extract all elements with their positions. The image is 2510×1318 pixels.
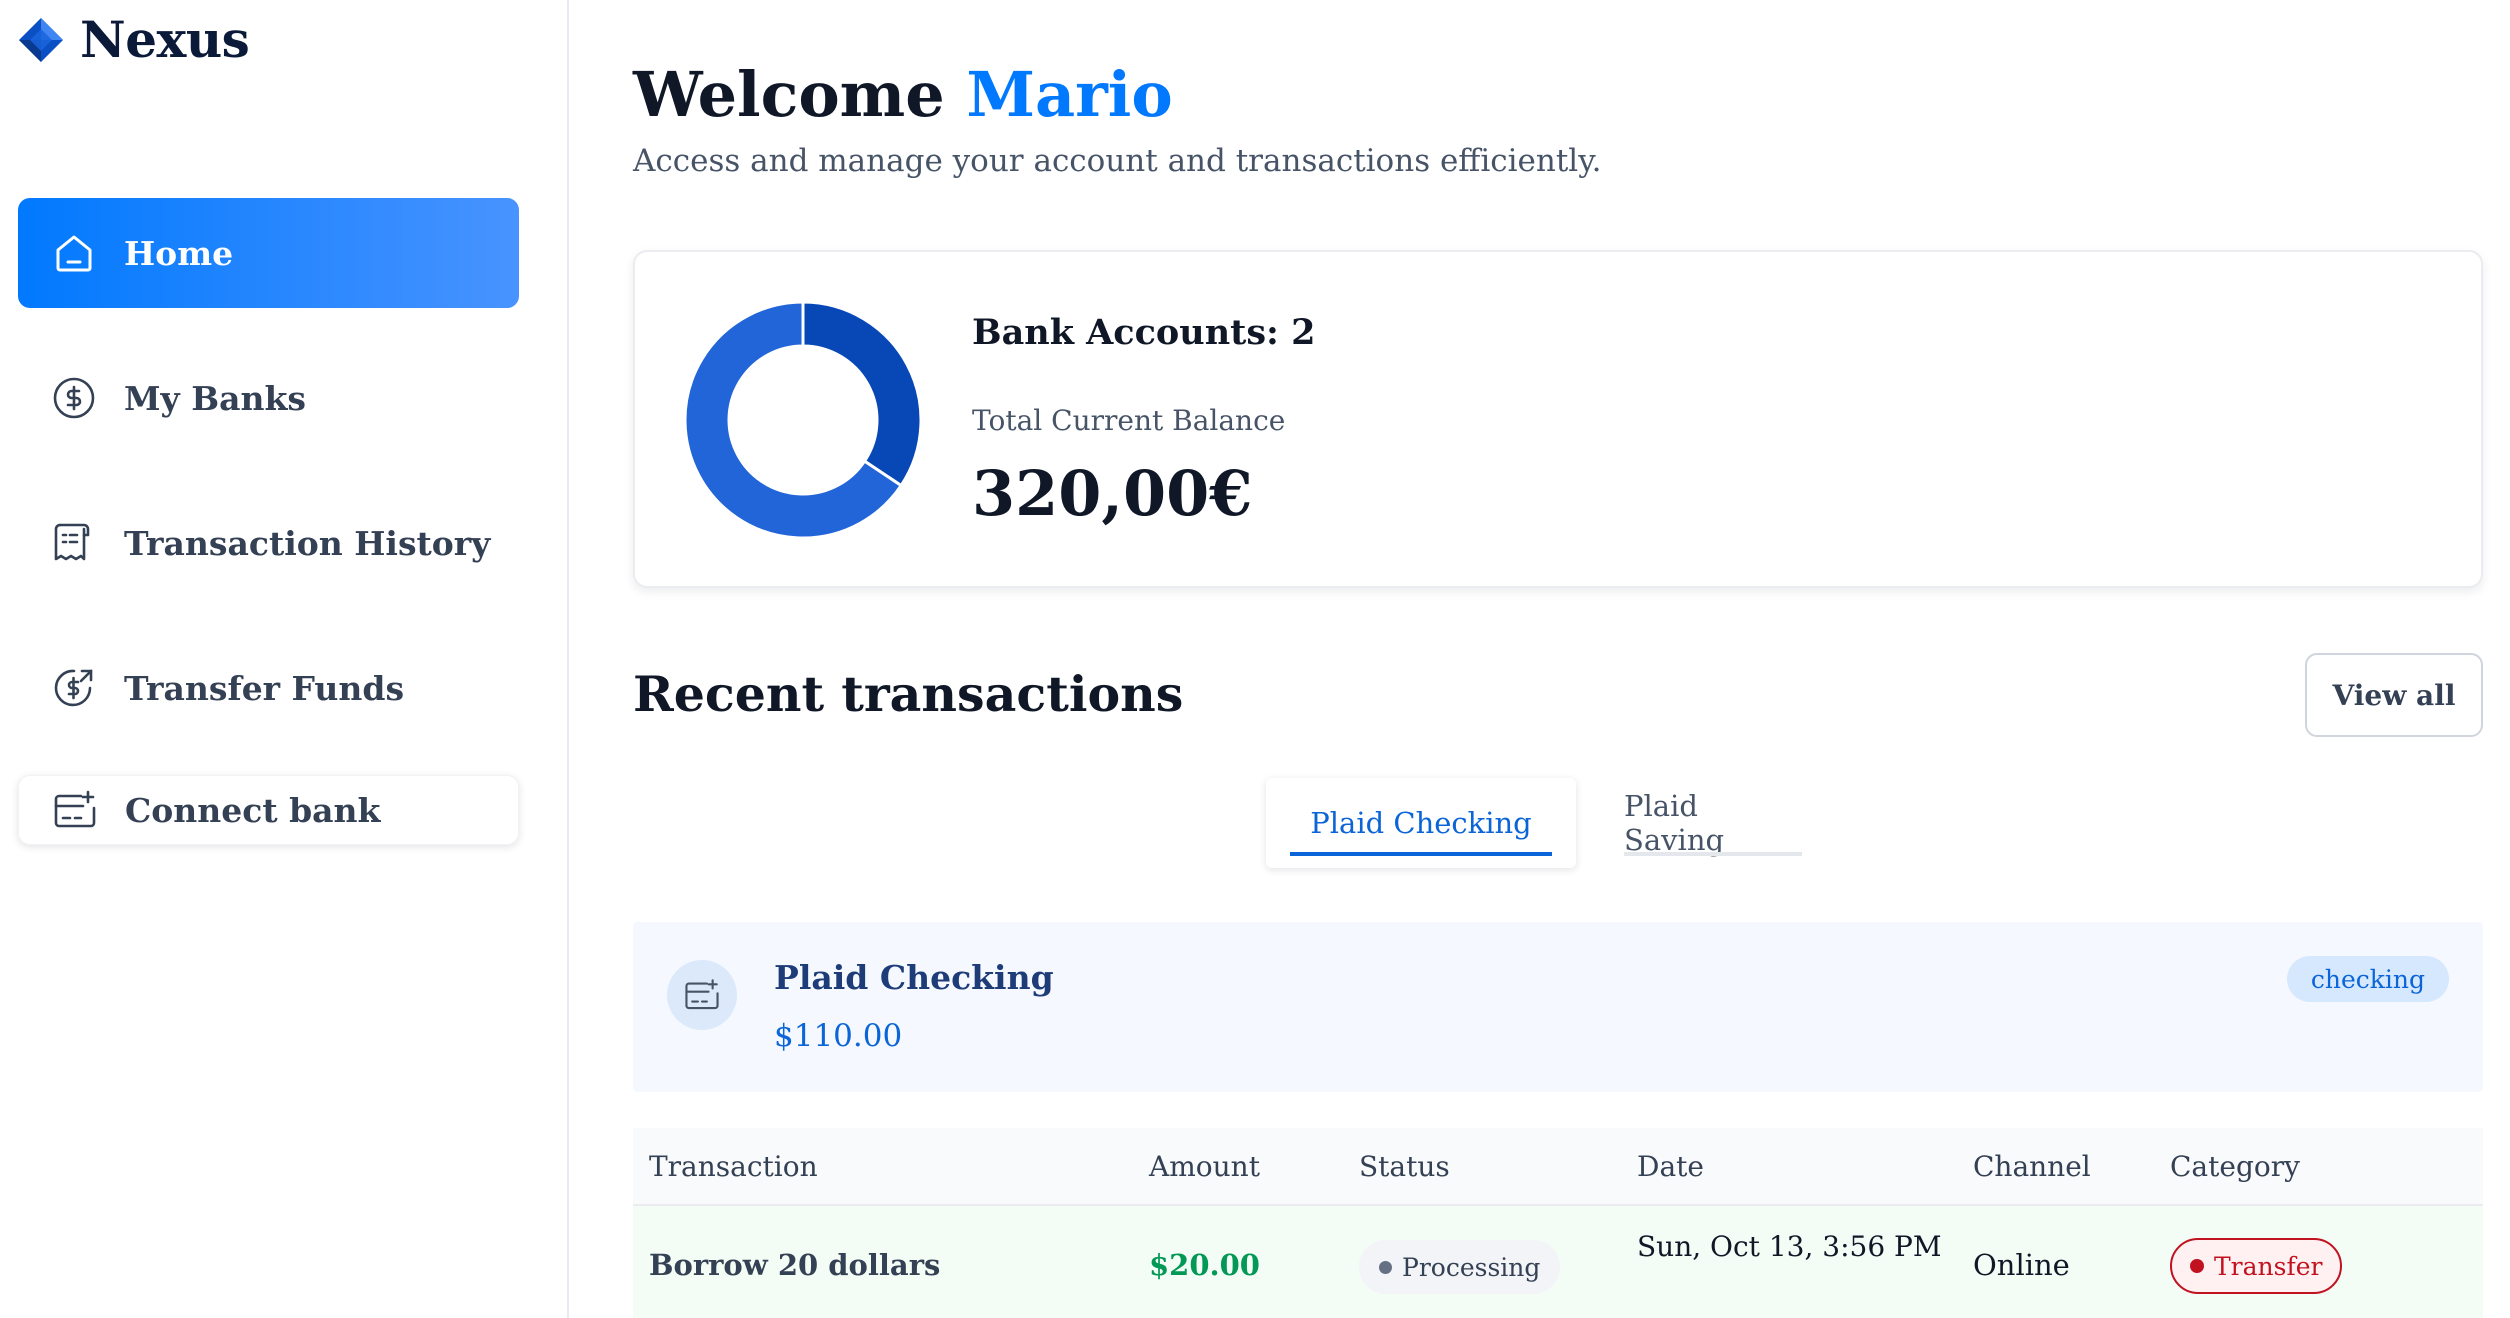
sidebar-item-transfer-funds[interactable]: Transfer Funds — [18, 633, 519, 743]
connect-bank-button[interactable]: Connect bank — [18, 775, 519, 845]
bank-tabs: Plaid Checking Plaid Saving — [1266, 778, 1826, 868]
column-header-channel: Channel — [1973, 1150, 2091, 1183]
status-dot-icon — [1379, 1260, 1392, 1274]
main-content: Welcome Mario Access and manage your acc… — [633, 0, 2483, 1318]
sidebar-item-home[interactable]: Home — [18, 198, 519, 308]
sidebar-item-label: Transaction History — [124, 523, 491, 563]
total-balance-card: Bank Accounts: 2 Total Current Balance 3… — [633, 250, 2483, 588]
page-title: Welcome Mario — [633, 58, 1173, 131]
tab-underline — [1290, 852, 1552, 856]
category-dot-icon — [2190, 1259, 2204, 1273]
total-balance-label: Total Current Balance — [972, 404, 1286, 437]
bank-account-info: Plaid Checking $110.00 checking — [633, 922, 2483, 1092]
category-label: Transfer — [2214, 1251, 2323, 1281]
column-header-transaction: Transaction — [649, 1150, 818, 1183]
tab-plaid-saving[interactable]: Plaid Saving — [1600, 778, 1826, 868]
transaction-channel: Online — [1973, 1248, 2070, 1282]
welcome-text: Welcome — [633, 58, 945, 131]
user-name: Mario — [966, 58, 1173, 131]
column-header-category: Category — [2170, 1150, 2300, 1183]
sidebar-item-label: Home — [124, 233, 234, 273]
sidebar-item-label: My Banks — [124, 378, 306, 418]
transaction-amount: $20.00 — [1149, 1248, 1260, 1282]
view-all-button[interactable]: View all — [2305, 653, 2483, 737]
sidebar-item-transaction-history[interactable]: Transaction History — [18, 488, 519, 598]
home-icon — [50, 229, 98, 277]
column-header-status: Status — [1359, 1150, 1450, 1183]
dollar-circle-icon — [50, 374, 98, 422]
receipt-icon — [50, 519, 98, 567]
transaction-date: Sun, Oct 13, 3:56 PM — [1637, 1230, 1942, 1263]
tab-underline — [1624, 852, 1802, 856]
status-badge: Processing — [1359, 1240, 1561, 1294]
tab-label: Plaid Saving — [1624, 789, 1725, 857]
money-send-icon — [50, 664, 98, 712]
transactions-table: Transaction Amount Status Date Channel C… — [633, 1128, 2483, 1318]
app-name: Nexus — [80, 10, 250, 69]
logo[interactable]: Nexus — [16, 10, 250, 69]
column-header-date: Date — [1637, 1150, 1704, 1183]
transaction-name: Borrow 20 dollars — [649, 1248, 941, 1282]
account-name: Plaid Checking — [774, 958, 1054, 997]
recent-transactions-title: Recent transactions — [633, 665, 1184, 723]
sidebar-item-label: Transfer Funds — [124, 668, 405, 708]
column-header-amount: Amount — [1149, 1150, 1260, 1183]
card-add-icon — [667, 960, 737, 1030]
sidebar-item-my-banks[interactable]: My Banks — [18, 343, 519, 453]
balance-donut-chart — [685, 302, 921, 538]
status-label: Processing — [1402, 1252, 1541, 1282]
card-add-icon — [51, 786, 99, 834]
account-type-badge: checking — [2286, 956, 2449, 1002]
bank-accounts-count: Bank Accounts: 2 — [972, 312, 1316, 353]
tab-plaid-checking[interactable]: Plaid Checking — [1266, 778, 1576, 868]
sidebar: Nexus Home My Banks Transaction History … — [0, 0, 569, 1318]
account-balance: $110.00 — [774, 1018, 903, 1054]
nexus-logo-icon — [19, 17, 63, 62]
category-badge: Transfer — [2170, 1238, 2343, 1294]
table-header: Transaction Amount Status Date Channel C… — [633, 1128, 2483, 1206]
total-balance-value: 320,00€ — [972, 457, 1253, 530]
tab-label: Plaid Checking — [1310, 806, 1532, 840]
table-row[interactable]: Borrow 20 dollars $20.00 Processing Sun,… — [633, 1206, 2483, 1318]
connect-bank-label: Connect bank — [125, 790, 381, 830]
donut-slice-0 — [801, 302, 921, 488]
page-subtitle: Access and manage your account and trans… — [633, 143, 1602, 179]
